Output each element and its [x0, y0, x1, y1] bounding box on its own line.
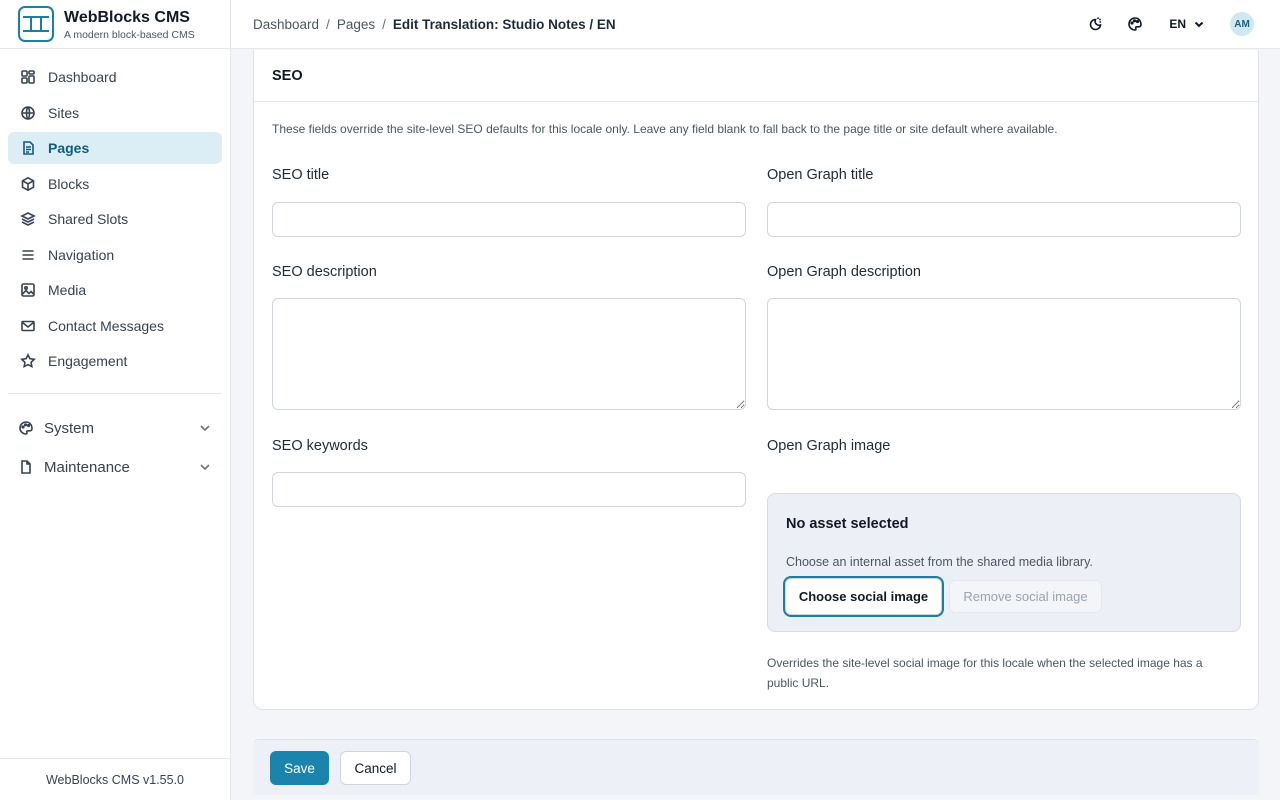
seo-keywords-label: SEO keywords: [272, 438, 368, 454]
seo-keywords-input[interactable]: [272, 472, 746, 507]
seo-title-input[interactable]: [272, 202, 746, 237]
sidebar-item-contact-messages[interactable]: Contact Messages: [8, 310, 222, 342]
sidebar-group-label: Maintenance: [44, 458, 130, 476]
sidebar-item-label: Engagement: [48, 353, 128, 369]
og-image-note: Overrides the site-level social image fo…: [767, 656, 1203, 690]
sidebar-item-label: Media: [48, 282, 87, 298]
globe-icon: [20, 105, 36, 121]
seo-title-label: SEO title: [272, 167, 330, 183]
sidebar-item-label: Sites: [48, 104, 80, 121]
chevron-down-icon: [1194, 21, 1204, 28]
breadcrumb-current: Edit Translation: Studio Notes / EN: [392, 16, 616, 32]
sidebar-item-pages[interactable]: Pages: [8, 132, 222, 164]
theme-toggle-icon[interactable]: [1082, 12, 1106, 36]
sidebar-group-maintenance[interactable]: Maintenance: [0, 451, 230, 483]
star-icon: [20, 353, 36, 369]
sidebar-item-engagement[interactable]: Engagement: [8, 345, 222, 377]
image-icon: [20, 282, 36, 298]
mail-icon: [20, 318, 36, 334]
cancel-button[interactable]: Cancel: [340, 751, 411, 785]
dashboard-icon: [20, 69, 36, 85]
chevron-down-icon: [198, 460, 212, 474]
palette-icon[interactable]: [1123, 12, 1147, 36]
sidebar-nav: Dashboard Sites Pages Blocks Shared Slot…: [0, 49, 230, 377]
save-button[interactable]: Save: [270, 751, 329, 785]
remove-social-image-button[interactable]: Remove social image: [949, 580, 1102, 613]
seo-description-label: SEO description: [272, 264, 377, 280]
palette-icon: [18, 420, 34, 436]
cube-icon: [20, 176, 36, 192]
sidebar-item-label: Navigation: [48, 246, 115, 263]
sidebar-item-blocks[interactable]: Blocks: [8, 168, 222, 200]
sidebar-item-label: Contact Messages: [48, 317, 164, 334]
language-selector[interactable]: EN: [1169, 17, 1205, 31]
og-description-label: Open Graph description: [767, 264, 921, 280]
app-tagline: A modern block-based CMS: [64, 28, 195, 41]
og-title-label: Open Graph title: [767, 167, 874, 183]
choose-social-image-button[interactable]: Choose social image: [785, 578, 942, 615]
breadcrumb-pages[interactable]: Pages: [337, 17, 375, 32]
logo-icon: [18, 6, 54, 42]
sidebar-group-system[interactable]: System: [0, 412, 230, 444]
chevron-down-icon: [198, 421, 212, 435]
page-icon: [20, 140, 36, 156]
breadcrumb: Dashboard / Pages / Edit Translation: St…: [253, 17, 616, 32]
sidebar-item-dashboard[interactable]: Dashboard: [8, 61, 222, 93]
sidebar-item-media[interactable]: Media: [8, 274, 222, 306]
section-title: SEO: [254, 50, 1258, 102]
language-label: EN: [1169, 17, 1186, 31]
sidebar-item-label: Pages: [48, 140, 90, 156]
seo-hint: These fields override the site-level SEO…: [272, 122, 1058, 136]
og-image-picker: No asset selected Choose an internal ass…: [767, 493, 1241, 632]
app-name: WebBlocks CMS: [64, 8, 190, 26]
sidebar-item-label: Dashboard: [48, 69, 117, 85]
layers-icon: [20, 211, 36, 227]
menu-icon: [20, 247, 36, 263]
sidebar-divider: [8, 393, 222, 394]
breadcrumb-separator: /: [326, 16, 330, 32]
file-icon: [18, 459, 34, 475]
og-description-textarea[interactable]: [767, 298, 1241, 410]
top-header: Dashboard / Pages / Edit Translation: St…: [231, 0, 1280, 49]
sidebar-item-navigation[interactable]: Navigation: [8, 239, 222, 271]
seo-card: SEO These fields override the site-level…: [253, 50, 1259, 710]
sidebar-item-label: Shared Slots: [48, 211, 129, 227]
sidebar-item-shared-slots[interactable]: Shared Slots: [8, 203, 222, 235]
og-image-label: Open Graph image: [767, 438, 891, 454]
sidebar: WebBlocks CMS A modern block-based CMS D…: [0, 0, 231, 800]
app-version: WebBlocks CMS v1.55.0: [0, 758, 230, 800]
sidebar-item-sites[interactable]: Sites: [8, 97, 222, 129]
brand[interactable]: WebBlocks CMS A modern block-based CMS: [0, 0, 230, 49]
sidebar-group-label: System: [44, 419, 95, 437]
asset-description: Choose an internal asset from the shared…: [786, 555, 1093, 569]
avatar[interactable]: AM: [1230, 12, 1254, 36]
breadcrumb-dashboard[interactable]: Dashboard: [253, 17, 319, 32]
breadcrumb-separator: /: [382, 16, 386, 32]
sidebar-item-label: Blocks: [48, 175, 90, 192]
asset-title: No asset selected: [786, 516, 909, 532]
form-actions: Save Cancel: [253, 739, 1259, 795]
seo-description-textarea[interactable]: [272, 298, 746, 410]
og-title-input[interactable]: [767, 202, 1241, 237]
